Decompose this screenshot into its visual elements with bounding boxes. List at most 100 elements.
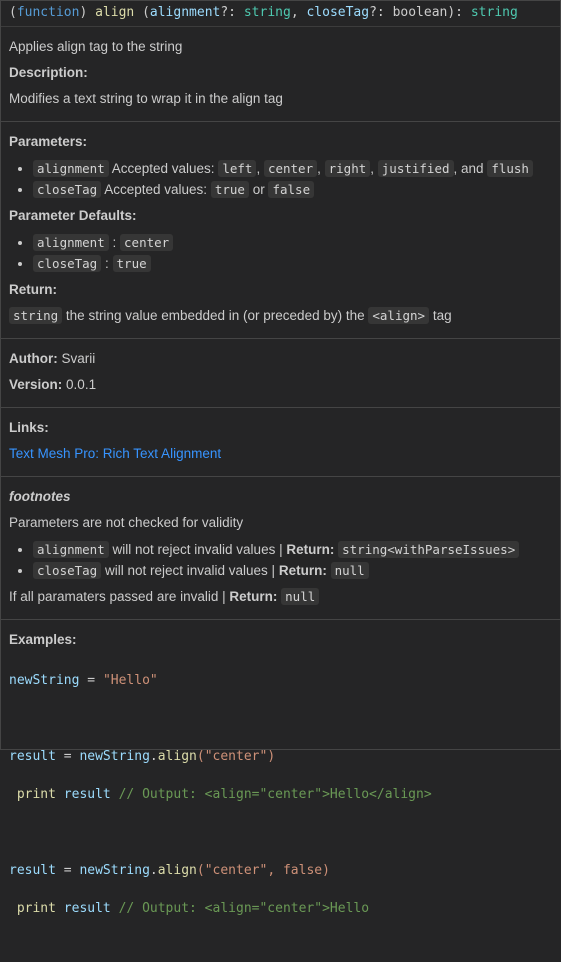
footnote-return-label: Return:: [286, 542, 335, 557]
param-value: justified: [377, 160, 454, 177]
code-op: =: [79, 673, 103, 688]
footnote-return-value: string<withParseIssues>: [338, 541, 520, 558]
default-value: center: [120, 234, 174, 251]
code-line: print result // Output: <align="center">…: [9, 785, 552, 804]
param-joiner: , and: [453, 161, 484, 176]
sig-p1: alignment: [149, 5, 221, 20]
footnote-param: alignment: [33, 541, 109, 558]
return-line: string the string value embedded in (or …: [9, 306, 552, 326]
list-item: closeTag will not reject invalid values …: [33, 560, 552, 581]
footnote-text: will not reject invalid values |: [112, 542, 283, 557]
return-text: the string value embedded in (or precede…: [65, 308, 365, 323]
param-value: flush: [487, 160, 533, 177]
code-comment: // Output: <align="center">Hello</align>: [110, 787, 432, 802]
code-op: =: [55, 749, 80, 764]
default-sep: :: [104, 256, 109, 271]
param-name: closeTag: [33, 181, 102, 198]
tmp-rich-text-link[interactable]: Text Mesh Pro: Rich Text Alignment: [9, 446, 221, 461]
footnote-return-value: null: [330, 562, 369, 579]
return-type: string: [9, 307, 63, 324]
code-var: result: [55, 901, 111, 916]
version-value: 0.0.1: [66, 377, 97, 392]
defaults-heading: Parameter Defaults:: [9, 208, 137, 223]
doc-main-section: Applies align tag to the string Descript…: [1, 27, 560, 122]
code-var: newString: [79, 749, 150, 764]
summary: Applies align tag to the string: [9, 39, 183, 54]
sig-p1-type: string: [243, 5, 291, 20]
default-name: closeTag: [33, 255, 102, 272]
sig-open: (: [9, 5, 17, 20]
list-item: closeTag Accepted values: true or false: [33, 179, 552, 200]
sig-paren: (: [142, 5, 150, 20]
sig-p1-suffix: ?:: [220, 5, 244, 20]
default-name: alignment: [33, 234, 109, 251]
version-line: Version: 0.0.1: [9, 375, 552, 395]
code-method: align: [157, 749, 197, 764]
list-item: alignment : center: [33, 232, 552, 253]
links-section: Links: Text Mesh Pro: Rich Text Alignmen…: [1, 408, 560, 477]
footnotes-section: footnotes Parameters are not checked for…: [1, 477, 560, 620]
param-value: center: [263, 160, 318, 177]
links-heading: Links:: [9, 420, 49, 435]
code-line: print result // Output: <align="center">…: [9, 899, 552, 918]
return-tag: <align>: [368, 307, 430, 324]
code-var: newString: [79, 863, 150, 878]
code-method: align: [157, 863, 197, 878]
param-value: left: [218, 160, 257, 177]
code-keyword: print: [9, 901, 56, 916]
code-op: =: [55, 863, 80, 878]
footnote-text: will not reject invalid values |: [104, 563, 276, 578]
default-value: true: [112, 255, 151, 272]
parameters-heading: Parameters:: [9, 134, 88, 149]
list-item: alignment will not reject invalid values…: [33, 539, 552, 560]
code-var: result: [55, 787, 111, 802]
code-args: ("center", false): [196, 863, 330, 878]
version-label: Version:: [9, 377, 63, 392]
examples-section: Examples: newString = "Hello" result = n…: [1, 620, 560, 962]
meta-section: Author: Svarii Version: 0.0.1: [1, 339, 560, 408]
parameters-list: alignment Accepted values: left, center,…: [9, 158, 552, 200]
param-label: Accepted values:: [111, 161, 215, 176]
param-label: Accepted values:: [104, 182, 208, 197]
links-line: Text Mesh Pro: Rich Text Alignment: [9, 444, 552, 464]
sig-return-type: string: [470, 5, 518, 20]
code-keyword: print: [9, 787, 56, 802]
sig-name: align: [95, 5, 135, 20]
footnotes-heading: footnotes: [9, 489, 71, 504]
defaults-list: alignment : center closeTag : true: [9, 232, 552, 274]
footnotes-all-return-label: Return:: [229, 589, 278, 604]
param-value: false: [268, 181, 315, 198]
sig-kind: function: [16, 5, 80, 20]
author-label: Author:: [9, 351, 58, 366]
examples-code-block: newString = "Hello" result = newString.a…: [9, 652, 552, 956]
list-item: alignment Accepted values: left, center,…: [33, 158, 552, 179]
code-string: "Hello": [102, 673, 158, 688]
return-heading: Return:: [9, 282, 57, 297]
parameters-section: Parameters: alignment Accepted values: l…: [1, 122, 560, 339]
param-joiner: or: [252, 182, 265, 197]
code-line: result = newString.align("center", false…: [9, 861, 552, 880]
sig-p2-suffix: ?: boolean):: [369, 5, 471, 20]
code-args: ("center"): [196, 749, 276, 764]
code-op: .: [149, 749, 158, 764]
examples-heading: Examples:: [9, 632, 77, 647]
sig-p2: closeTag: [306, 5, 370, 20]
code-op: .: [149, 863, 158, 878]
code-var: result: [9, 749, 56, 764]
footnotes-all-line: If all paramaters passed are invalid | R…: [9, 587, 552, 607]
return-suffix: tag: [432, 308, 452, 323]
default-sep: :: [112, 235, 117, 250]
author-line: Author: Svarii: [9, 349, 552, 369]
footnotes-all-return-value: null: [281, 588, 320, 605]
code-comment: // Output: <align="center">Hello: [110, 901, 370, 916]
sig-close: ): [79, 5, 88, 20]
footnote-return-label: Return:: [278, 563, 327, 578]
code-var: result: [9, 863, 56, 878]
author-value: Svarii: [61, 351, 96, 366]
list-item: closeTag : true: [33, 253, 552, 274]
footnote-param: closeTag: [33, 562, 102, 579]
footnotes-all-text: If all paramaters passed are invalid |: [9, 589, 226, 604]
footnotes-intro: Parameters are not checked for validity: [9, 515, 244, 530]
